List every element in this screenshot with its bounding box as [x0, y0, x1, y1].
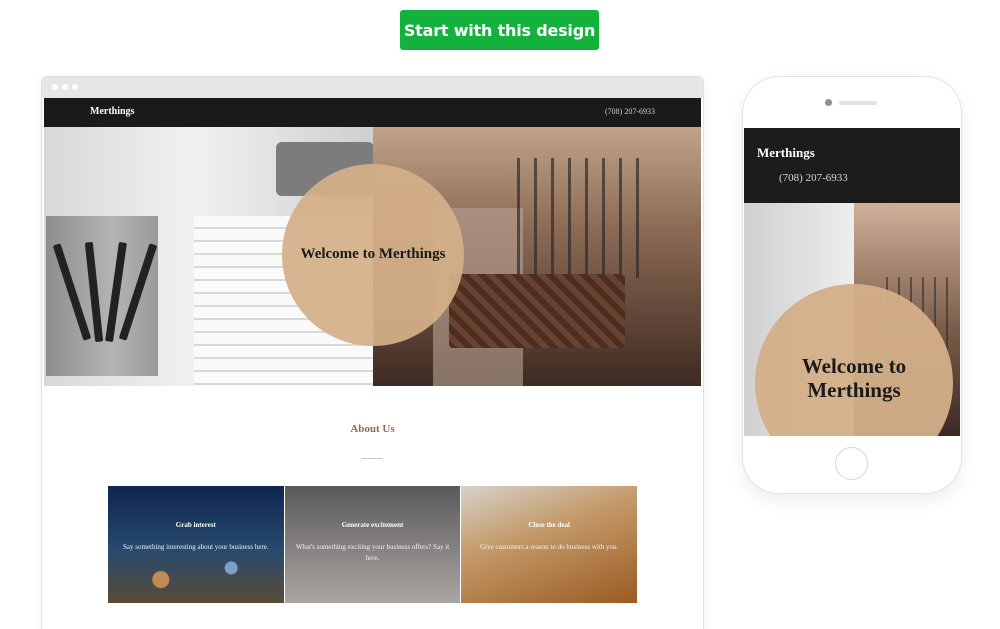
desktop-preview-window: Welcome to Merthings Merthings (708) 207… — [42, 77, 703, 629]
card-title: Close the deal — [528, 521, 570, 529]
phone-screen: Welcome to Merthings Merthings (708) 207… — [744, 128, 960, 436]
about-divider — [361, 458, 383, 459]
card-title: Grab interest — [175, 521, 216, 529]
bike-basket-graphic — [449, 274, 625, 348]
mobile-site-phone[interactable]: (708) 207-6933 — [779, 172, 848, 184]
pencil-cup-graphic — [46, 216, 158, 376]
mobile-hero: Welcome to Merthings — [744, 203, 960, 436]
card-title: Generate excitement — [341, 521, 404, 529]
card-text: Say something interesting about your bus… — [123, 543, 269, 551]
phone-home-button — [835, 447, 868, 480]
site-logo[interactable]: Merthings — [90, 106, 134, 117]
mobile-site-logo[interactable]: Merthings — [757, 145, 815, 161]
window-dot-icon — [62, 84, 68, 90]
site-phone[interactable]: (708) 207-6933 — [605, 107, 655, 116]
card-generate-excitement: Generate excitement What's something exc… — [284, 486, 461, 603]
hero-circle: Welcome to Merthings — [282, 164, 464, 346]
start-with-design-button[interactable]: Start with this design — [400, 10, 599, 50]
mobile-site-header: Merthings (708) 207-6933 — [744, 128, 960, 203]
hero-title: Welcome to Merthings — [300, 246, 446, 263]
browser-title-bar — [42, 77, 703, 98]
window-dot-icon — [52, 84, 58, 90]
mobile-preview-phone: Welcome to Merthings Merthings (708) 207… — [743, 77, 961, 493]
card-grab-interest: Grab interest Say something interesting … — [108, 486, 284, 603]
bike-rack-graphic — [503, 158, 653, 278]
about-title: About Us — [350, 423, 395, 435]
card-text: What's something exciting your business … — [295, 543, 450, 562]
card-close-the-deal: Close the deal Give customers a reason t… — [461, 486, 638, 603]
feature-cards: Grab interest Say something interesting … — [108, 486, 638, 603]
phone-camera-icon — [825, 99, 832, 106]
hero-section: Welcome to Merthings — [44, 98, 701, 386]
window-dot-icon — [72, 84, 78, 90]
card-text: Give customers a reason to do business w… — [480, 543, 619, 551]
phone-speaker-icon — [839, 101, 877, 105]
mobile-hero-title: Welcome to Merthings — [801, 354, 907, 402]
site-header: Merthings (708) 207-6933 — [44, 98, 701, 127]
